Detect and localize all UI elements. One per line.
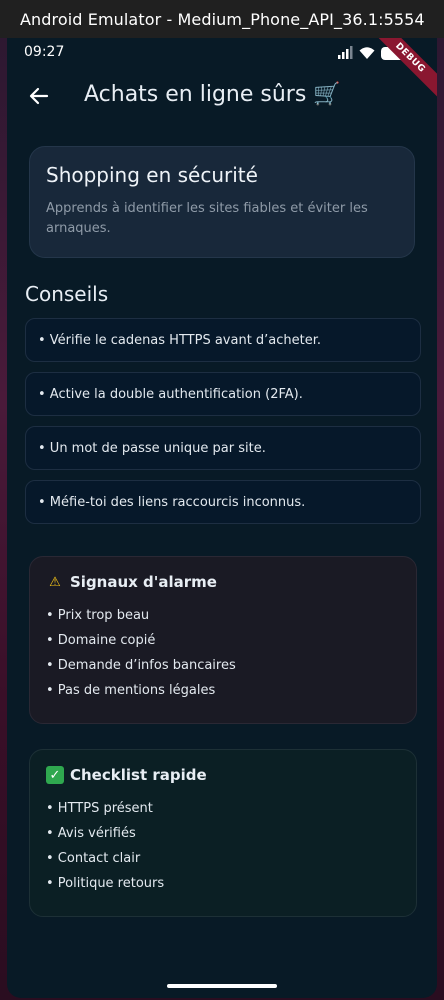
list-item: • Contact clair bbox=[46, 851, 141, 866]
arrow-left-icon bbox=[29, 87, 49, 105]
list-item: • Pas de mentions légales bbox=[46, 683, 216, 698]
section-title-tips: Conseils bbox=[25, 282, 109, 306]
checklist-card-header: ✓ Checklist rapide bbox=[46, 766, 400, 784]
checklist-card-title: Checklist rapide bbox=[70, 766, 207, 784]
list-item: • HTTPS présent bbox=[46, 801, 153, 816]
desktop-background-strip bbox=[437, 38, 444, 1000]
alarm-signals-card: ⚠ Signaux d'alarme • Prix trop beau • Do… bbox=[29, 556, 417, 724]
page-title: Achats en ligne sûrs 🛒 bbox=[84, 82, 341, 107]
phone-screen: 09:27 DEBUG Achats en ligne sûrs 🛒 Shopp… bbox=[7, 38, 437, 998]
tip-item: • Active la double authentification (2FA… bbox=[25, 372, 421, 416]
list-item: • Prix trop beau bbox=[46, 608, 150, 623]
status-bar: 09:27 DEBUG bbox=[7, 38, 437, 103]
tips-list: • Vérifie le cadenas HTTPS avant d’achet… bbox=[25, 318, 421, 534]
check-mark-icon: ✓ bbox=[46, 766, 64, 784]
list-item: • Domaine copié bbox=[46, 633, 156, 648]
signal-icon bbox=[338, 46, 353, 59]
list-item: • Avis vérifiés bbox=[46, 826, 136, 841]
alarm-card-header: ⚠ Signaux d'alarme bbox=[46, 573, 400, 591]
hero-title: Shopping en sécurité bbox=[46, 163, 258, 187]
list-item: • Demande d’infos bancaires bbox=[46, 658, 236, 673]
app-bar: Achats en ligne sûrs 🛒 bbox=[7, 78, 437, 114]
warning-icon: ⚠ bbox=[49, 574, 61, 590]
tip-item: • Un mot de passe unique par site. bbox=[25, 426, 421, 470]
emulator-window-title: Android Emulator - Medium_Phone_API_36.1… bbox=[0, 0, 444, 38]
window-title-text: Android Emulator - Medium_Phone_API_36.1… bbox=[20, 9, 425, 29]
tip-item: • Méfie-toi des liens raccourcis inconnu… bbox=[25, 480, 421, 524]
home-indicator[interactable] bbox=[167, 984, 277, 988]
back-button[interactable] bbox=[25, 82, 53, 110]
tip-item: • Vérifie le cadenas HTTPS avant d’achet… bbox=[25, 318, 421, 362]
wifi-icon bbox=[359, 47, 375, 59]
hero-card: Shopping en sécurité Apprends à identifi… bbox=[29, 146, 415, 258]
checklist-card: ✓ Checklist rapide • HTTPS présent • Avi… bbox=[29, 749, 417, 917]
status-time: 09:27 bbox=[24, 44, 65, 60]
alarm-card-title: Signaux d'alarme bbox=[70, 573, 217, 591]
list-item: • Politique retours bbox=[46, 876, 165, 891]
hero-subtitle: Apprends à identifier les sites fiables … bbox=[46, 201, 368, 236]
